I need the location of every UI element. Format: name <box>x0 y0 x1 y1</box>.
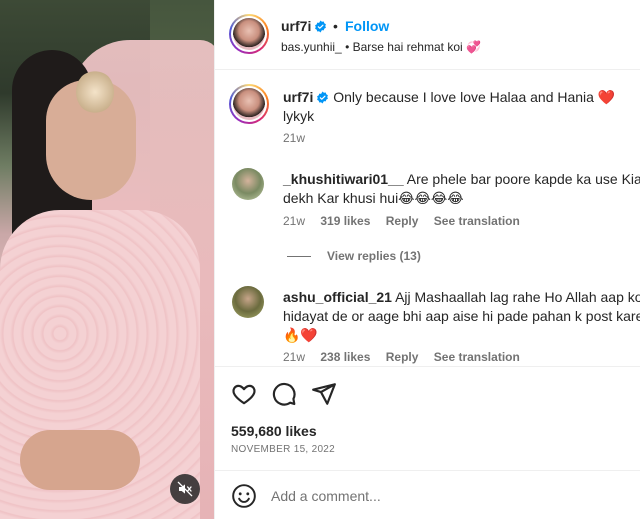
audio-title[interactable]: Barse hai rehmat koi 💞 <box>353 40 481 54</box>
comment-body-line2: hidayat de or aage bhi aap aise hi pade … <box>283 308 640 324</box>
comment-meta: 21w 319 likes Reply See translation <box>283 214 532 228</box>
author-username[interactable]: urf7i <box>281 18 327 34</box>
verified-badge-icon <box>315 20 327 33</box>
commenter-username[interactable]: _khushitiwari01__ <box>283 171 404 187</box>
see-translation-button[interactable]: See translation <box>434 350 520 364</box>
see-translation-button[interactable]: See translation <box>434 214 520 228</box>
caption-line2: lykyk <box>283 108 315 124</box>
view-replies-button[interactable]: View replies (13) <box>287 249 421 263</box>
replies-divider <box>287 256 311 258</box>
follow-button[interactable]: Follow <box>345 18 389 34</box>
comment-text: ashu_official_21 Ajj Mashaallah lag rahe… <box>283 288 640 345</box>
post-media[interactable] <box>0 0 214 519</box>
hands <box>20 430 140 490</box>
comment-text: _khushitiwari01__ Are phele bar poore ka… <box>283 170 640 208</box>
comments-list[interactable]: urf7i Only because I love love Halaa and… <box>215 70 640 366</box>
post-header: urf7i • Follow bas.yunhii_ • Barse hai r… <box>215 0 640 70</box>
audio-attribution[interactable]: bas.yunhii_ • Barse hai rehmat koi 💞 <box>281 40 481 54</box>
headpiece <box>76 70 114 114</box>
commenter-avatar[interactable] <box>232 168 264 200</box>
comment-icon[interactable] <box>271 381 297 407</box>
comment-input[interactable] <box>271 483 631 509</box>
comment-body-line3: 🔥❤️ <box>283 327 318 343</box>
commenter-avatar[interactable] <box>232 286 264 318</box>
mute-button[interactable] <box>170 474 200 504</box>
likes-count[interactable]: 559,680 likes <box>231 423 317 439</box>
reply-button[interactable]: Reply <box>386 214 419 228</box>
caption-body: Only because I love love Halaa and Hania… <box>333 89 616 105</box>
separator: • <box>333 18 338 34</box>
share-icon[interactable] <box>311 381 337 407</box>
commenter-username[interactable]: ashu_official_21 <box>283 289 392 305</box>
add-comment-bar <box>215 470 640 519</box>
comment-likes[interactable]: 319 likes <box>320 214 370 228</box>
comment-body-line2: dekh Kar khusi hui😂😂😂😂 <box>283 190 464 206</box>
post-details-panel: urf7i • Follow bas.yunhii_ • Barse hai r… <box>214 0 640 519</box>
audio-separator: • <box>345 40 350 54</box>
avatar[interactable] <box>229 14 269 54</box>
action-bar <box>215 366 640 414</box>
reply-button[interactable]: Reply <box>386 350 419 364</box>
heart-icon[interactable] <box>231 381 257 407</box>
comment-timestamp[interactable]: 21w <box>283 214 305 228</box>
caption-username[interactable]: urf7i <box>283 89 313 105</box>
audio-account[interactable]: bas.yunhii_ <box>281 40 342 54</box>
emoji-icon[interactable] <box>231 483 257 509</box>
comment-body: Are phele bar poore kapde ka use Kia hai <box>406 171 640 187</box>
view-replies-label[interactable]: View replies (13) <box>327 249 421 263</box>
caption-timestamp[interactable]: 21w <box>283 131 305 145</box>
comment-timestamp[interactable]: 21w <box>283 350 305 364</box>
comment-likes[interactable]: 238 likes <box>320 350 370 364</box>
caption-text: urf7i Only because I love love Halaa and… <box>283 88 633 126</box>
muted-speaker-icon <box>177 481 193 497</box>
comment-meta: 21w 238 likes Reply See translation <box>283 350 532 364</box>
verified-badge-icon <box>317 91 329 104</box>
post-date[interactable]: NOVEMBER 15, 2022 <box>231 444 335 455</box>
comment-body: Ajj Mashaallah lag rahe Ho Allah aap ko … <box>395 289 640 305</box>
caption-avatar[interactable] <box>229 84 269 124</box>
